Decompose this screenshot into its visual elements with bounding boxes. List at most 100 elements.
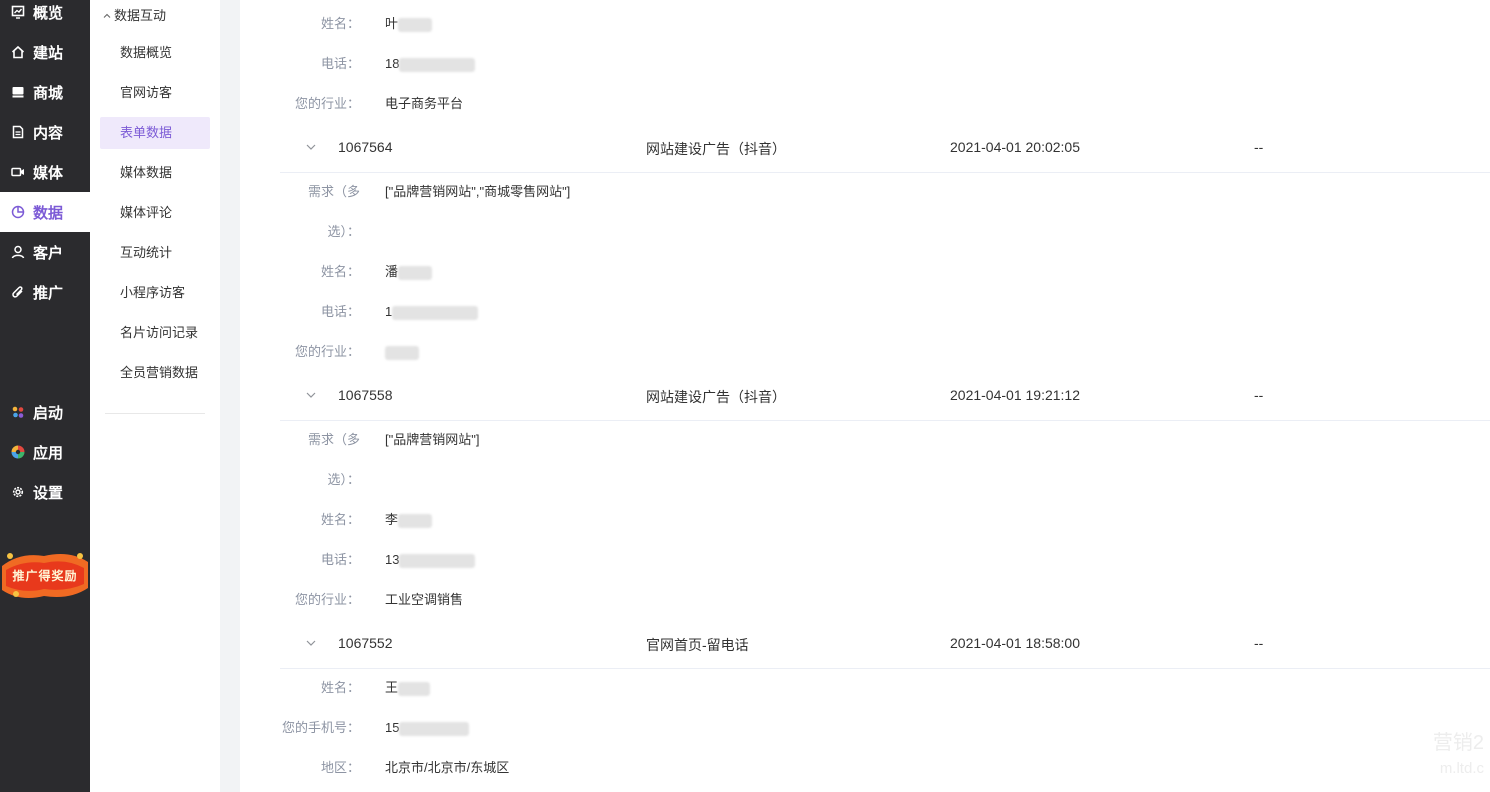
paperclip-icon [11,285,25,299]
detail-label: 选）： [327,472,360,487]
table-row[interactable]: 1067564 网站建设广告（抖音） 2021-04-01 20:02:05 -… [280,124,1490,173]
nav-item-media[interactable]: 媒体 [0,152,90,192]
detail-value: 18 [385,44,476,84]
record-extra: -- [1254,635,1264,651]
table-row[interactable]: 1067552 官网首页-留电话 2021-04-01 18:58:00 -- [280,620,1490,669]
detail-value: 潘 [385,252,433,292]
user-icon [11,245,25,259]
table-row[interactable]: 1067558 网站建设广告（抖音） 2021-04-01 19:21:12 -… [280,372,1490,421]
detail-row: 您的行业： 电子商务平台 [280,84,1480,124]
nav-label: 推广 [33,284,64,302]
chevron-down-icon[interactable] [304,636,318,650]
nav-item-shop[interactable]: 商城 [0,72,90,112]
sub-nav-item-form-data[interactable]: 表单数据 [100,117,210,149]
record-time: 2021-04-01 20:02:05 [950,139,1080,155]
detail-label: 需求（多 [307,432,360,447]
chart-icon [11,5,25,19]
nav-item-customer[interactable]: 客户 [0,232,90,272]
detail-row: 选）： [280,212,1480,252]
detail-value: 王 [385,668,431,708]
detail-value: ["品牌营销网站"] [385,432,480,447]
nav-item-apps[interactable]: 应用 [0,432,90,472]
detail-value: 1 [385,292,479,332]
detail-label: 姓名： [320,512,360,527]
document-icon [11,125,25,139]
detail-value [385,332,419,372]
nav-item-site[interactable]: 建站 [0,32,90,72]
sub-nav-item-miniprogram-visitors[interactable]: 小程序访客 [100,277,210,309]
sub-nav-item-media-comments[interactable]: 媒体评论 [100,197,210,229]
chevron-down-icon[interactable] [304,140,318,154]
detail-value: 工业空调销售 [385,592,464,607]
divider [105,413,205,414]
gear-icon [11,485,25,499]
video-icon [11,165,25,179]
nav-label: 建站 [33,44,64,62]
nav-label: 启动 [33,404,64,422]
detail-row: 姓名： 叶 [280,4,1480,44]
record-time: 2021-04-01 18:58:00 [950,635,1080,651]
record-id: 1067552 [338,635,393,651]
detail-row: 姓名： 潘 [280,252,1480,292]
nav-label: 设置 [33,484,64,502]
detail-label: 您的手机号： [281,720,360,735]
detail-value: 北京市/北京市/东城区 [385,760,510,775]
sub-nav-item-media-data[interactable]: 媒体数据 [100,157,210,189]
detail-label: 电话： [320,56,360,71]
detail-row: 选）： [280,460,1480,500]
apps-icon [11,445,25,459]
detail-value: ["品牌营销网站","商城零售网站"] [385,184,571,199]
detail-value: 叶 [385,4,433,44]
sub-nav-header-label: 数据互动 [114,7,167,23]
nav-label: 内容 [33,124,64,142]
record-time: 2021-04-01 19:21:12 [950,387,1080,403]
record-id: 1067564 [338,139,393,155]
nav-item-overview[interactable]: 概览 [0,0,90,32]
nav-item-promote[interactable]: 推广 [0,272,90,312]
nav-item-content[interactable]: 内容 [0,112,90,152]
detail-label: 电话： [320,304,360,319]
detail-row: 姓名： 王 [280,668,1480,708]
detail-value: 电子商务平台 [385,96,464,111]
record-id: 1067558 [338,387,393,403]
sub-nav-header[interactable]: 数据互动 [102,4,166,24]
watermark: 营销2 m.ltd.c [1433,730,1484,782]
home-icon [11,45,25,59]
main-nav: 概览 建站 商城 内容 媒体 数据 客户 推广 启动 应用 设置 推广得奖励 [0,0,90,792]
launch-icon [11,405,25,419]
nav-item-settings[interactable]: 设置 [0,472,90,512]
detail-label: 地区： [320,760,360,775]
sub-nav-item-site-visitors[interactable]: 官网访客 [100,77,210,109]
detail-label: 您的行业： [294,592,360,607]
gutter [220,0,240,792]
detail-label: 选）： [327,224,360,239]
chevron-down-icon[interactable] [304,388,318,402]
detail-value: 15 [385,708,470,748]
sub-nav-item-all-staff-marketing[interactable]: 全员营销数据 [100,357,210,389]
record-extra: -- [1254,387,1264,403]
detail-row: 电话： 13 [280,540,1480,580]
nav-label: 应用 [33,444,64,462]
pie-chart-icon [11,205,25,219]
detail-value: 李 [385,500,433,540]
sub-nav: 数据互动 数据概览 官网访客 表单数据 媒体数据 媒体评论 互动统计 小程序访客… [90,0,220,792]
promo-label: 推广得奖励 [12,569,78,583]
nav-item-data[interactable]: 数据 [0,192,90,232]
nav-label: 媒体 [33,164,64,182]
nav-item-launch[interactable]: 启动 [0,392,90,432]
sub-nav-item-overview[interactable]: 数据概览 [100,37,210,69]
detail-row: 姓名： 李 [280,500,1480,540]
sub-nav-item-card-visits[interactable]: 名片访问记录 [100,317,210,349]
nav-label: 概览 [33,4,64,22]
detail-label: 姓名： [320,680,360,695]
watermark-line: 营销2 [1432,732,1484,754]
detail-label: 您的行业： [294,344,360,359]
sub-nav-item-interaction-stats[interactable]: 互动统计 [100,237,210,269]
detail-value: 13 [385,540,476,580]
detail-label: 需求（多 [307,184,360,199]
detail-row: 您的行业： [280,332,1480,372]
record-source: 网站建设广告（抖音） [646,141,786,157]
detail-row: 需求（多 ["品牌营销网站","商城零售网站"] [280,172,1480,212]
promo-banner[interactable]: 推广得奖励 [0,548,90,602]
record-extra: -- [1254,139,1264,155]
